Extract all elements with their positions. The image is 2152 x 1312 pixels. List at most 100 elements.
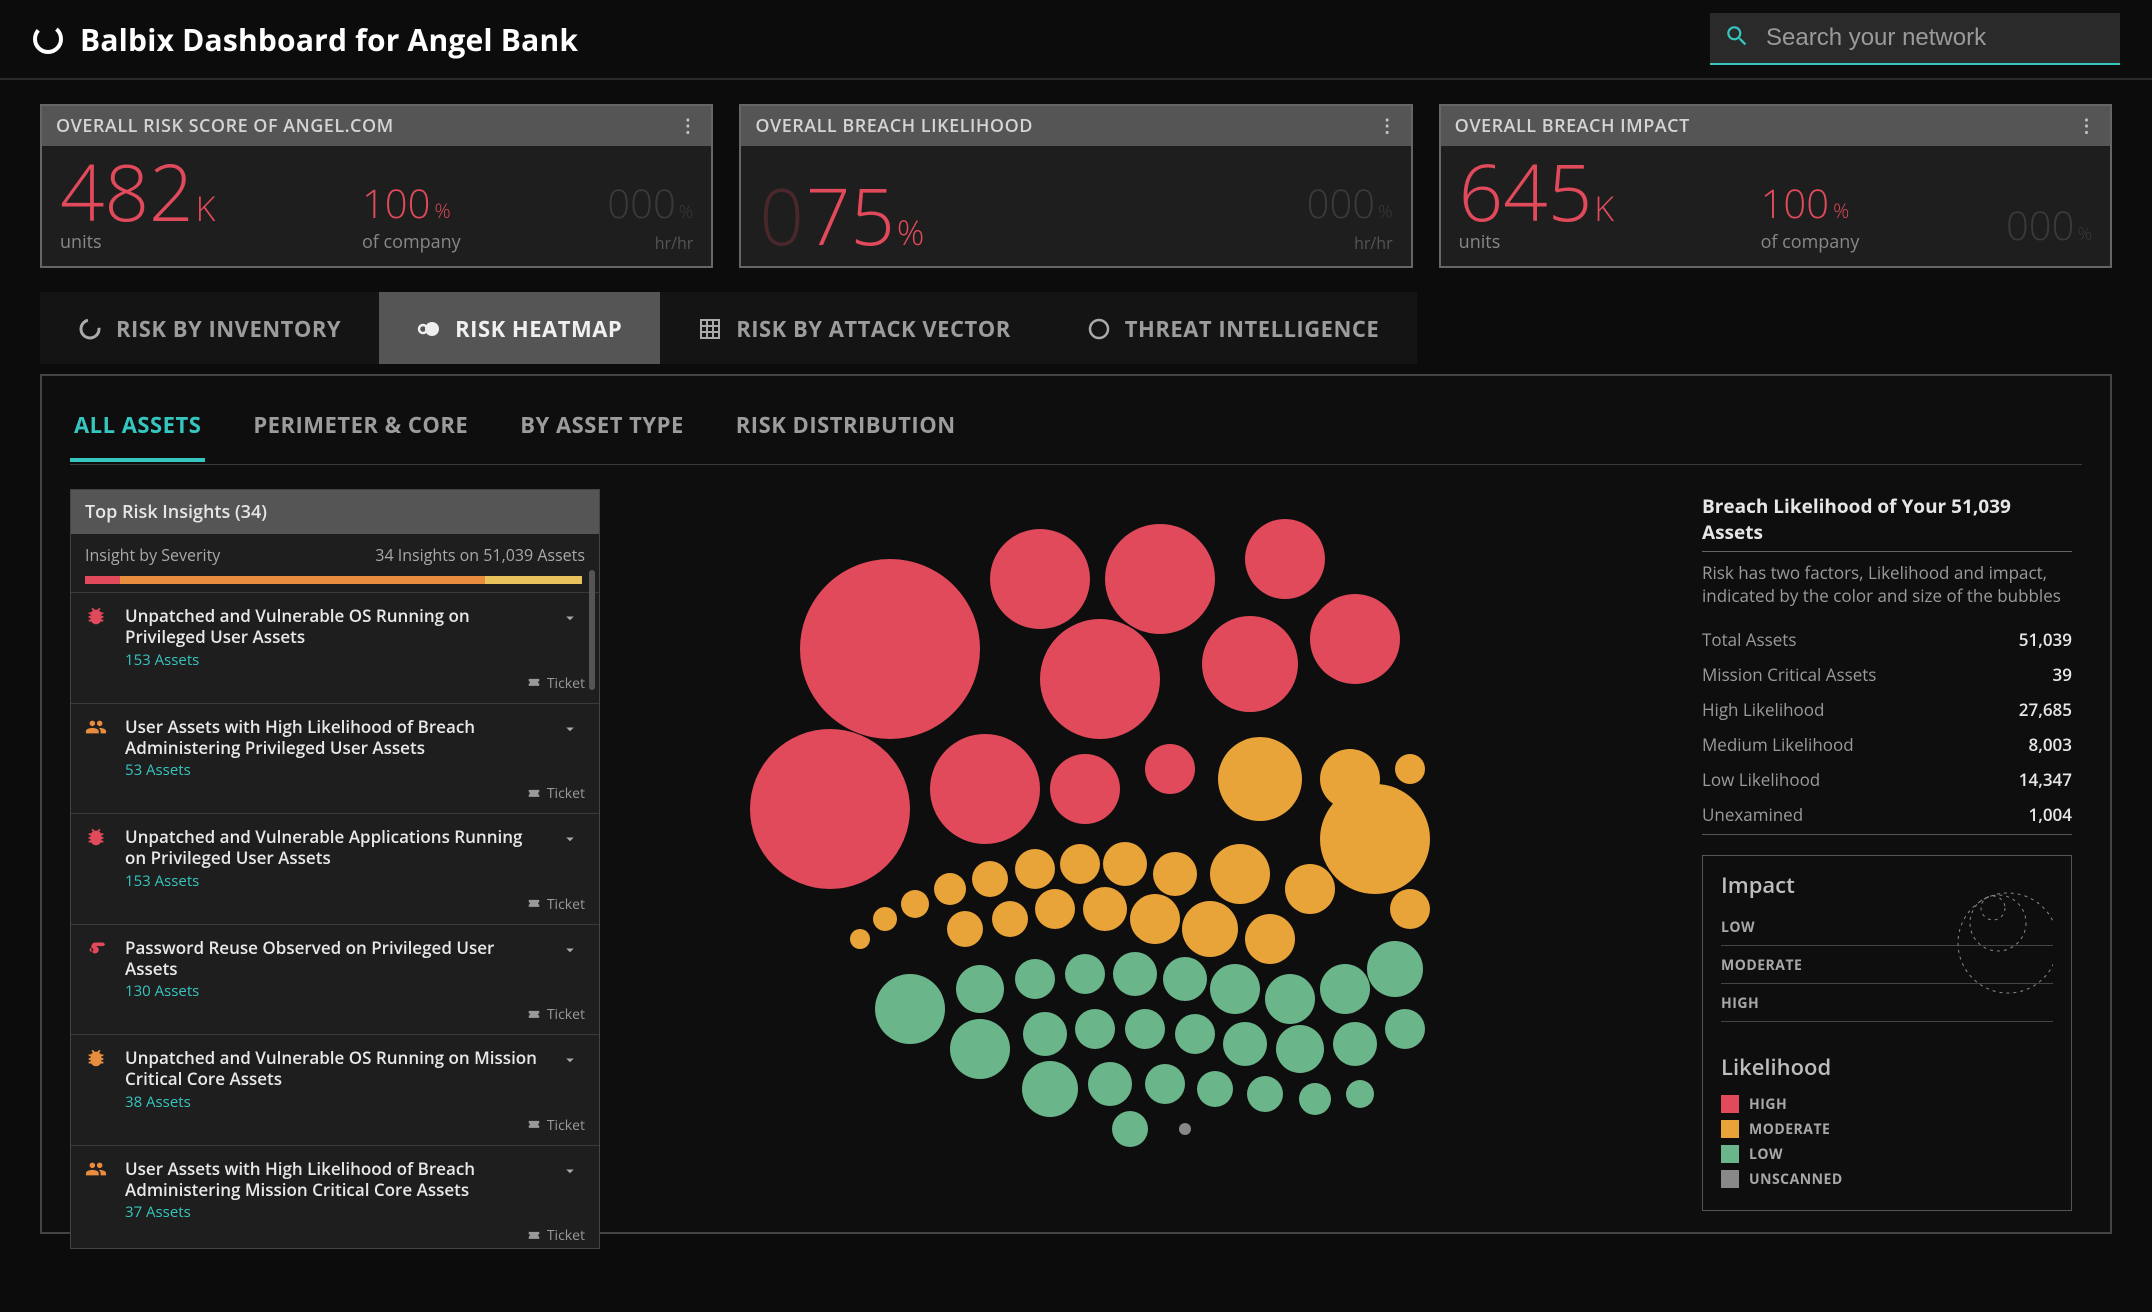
ticket-button[interactable]: Ticket <box>125 784 585 803</box>
bubble[interactable] <box>1083 887 1127 931</box>
bubble[interactable] <box>1145 744 1195 794</box>
bubble[interactable] <box>1130 894 1180 944</box>
bubble[interactable] <box>992 901 1028 937</box>
chevron-down-icon[interactable] <box>555 1047 585 1112</box>
bubble[interactable] <box>934 873 966 905</box>
summary-title: Breach Likelihood of Your 51,039 Assets <box>1702 493 2072 552</box>
bubble[interactable] <box>1103 842 1147 886</box>
bubble[interactable] <box>1112 1111 1148 1147</box>
insight-item[interactable]: Unpatched and Vulnerable Applications Ru… <box>71 814 599 925</box>
ticket-button[interactable]: Ticket <box>125 895 585 914</box>
bubble[interactable] <box>930 734 1040 844</box>
bubble[interactable] <box>1285 864 1335 914</box>
bubble[interactable] <box>1145 1064 1185 1104</box>
chevron-down-icon[interactable] <box>555 937 585 1002</box>
tab-risk-attack-vector[interactable]: RISK BY ATTACK VECTOR <box>660 292 1049 364</box>
bubble[interactable] <box>1202 616 1298 712</box>
tab-risk-heatmap[interactable]: RISK HEATMAP <box>379 292 660 364</box>
bubble-chart[interactable] <box>620 489 1682 1249</box>
bubble[interactable] <box>1197 1071 1233 1107</box>
tab-risk-inventory[interactable]: RISK BY INVENTORY <box>40 292 379 364</box>
bubble[interactable] <box>1125 1009 1165 1049</box>
insight-item[interactable]: User Assets with High Likelihood of Brea… <box>71 704 599 815</box>
chevron-down-icon[interactable] <box>555 716 585 781</box>
bubble[interactable] <box>1265 974 1315 1024</box>
bubble[interactable] <box>1223 1022 1267 1066</box>
kebab-icon[interactable]: ⋮ <box>2077 117 2096 135</box>
ticket-button[interactable]: Ticket <box>125 1116 585 1135</box>
chevron-down-icon[interactable] <box>555 826 585 891</box>
bubble[interactable] <box>1385 1009 1425 1049</box>
bubble[interactable] <box>1113 952 1157 996</box>
subtab-perimeter-core[interactable]: PERIMETER & CORE <box>249 400 472 462</box>
bubble[interactable] <box>990 529 1090 629</box>
bubble[interactable] <box>750 729 910 889</box>
bubble[interactable] <box>1163 957 1207 1001</box>
bubble[interactable] <box>956 965 1004 1013</box>
bubble[interactable] <box>1395 754 1425 784</box>
tab-threat-intel[interactable]: THREAT INTELLIGENCE <box>1049 292 1417 364</box>
bubble[interactable] <box>1179 1123 1191 1135</box>
chevron-down-icon[interactable] <box>555 1158 585 1223</box>
scrollbar[interactable] <box>589 570 595 690</box>
bubble[interactable] <box>1299 1083 1331 1115</box>
bubble[interactable] <box>1346 1080 1374 1108</box>
insight-item[interactable]: Password Reuse Observed on Privileged Us… <box>71 925 599 1036</box>
bubble[interactable] <box>1276 1025 1324 1073</box>
bubble[interactable] <box>1320 784 1430 894</box>
kebab-icon[interactable]: ⋮ <box>679 117 698 135</box>
bubble[interactable] <box>1050 754 1120 824</box>
bubble[interactable] <box>1333 1022 1377 1066</box>
bubble[interactable] <box>1367 941 1423 997</box>
bubble[interactable] <box>1088 1062 1132 1106</box>
ticket-button[interactable]: Ticket <box>125 1005 585 1024</box>
bubble[interactable] <box>1390 889 1430 929</box>
bubble[interactable] <box>1040 619 1160 739</box>
bubble[interactable] <box>1105 524 1215 634</box>
bubble[interactable] <box>1060 844 1100 884</box>
search-box[interactable] <box>1710 13 2120 65</box>
bubble[interactable] <box>1210 844 1270 904</box>
bubble[interactable] <box>901 890 929 918</box>
bubble[interactable] <box>1245 914 1295 964</box>
search-input[interactable] <box>1766 24 2106 52</box>
insight-item[interactable]: Unpatched and Vulnerable OS Running on M… <box>71 1035 599 1146</box>
bubble[interactable] <box>873 907 897 931</box>
bubble[interactable] <box>1022 1061 1078 1117</box>
key-icon <box>85 937 115 980</box>
bubble[interactable] <box>1320 964 1370 1014</box>
subtab-all-assets[interactable]: ALL ASSETS <box>70 400 205 462</box>
bubble[interactable] <box>1310 594 1400 684</box>
metric-card-breach-likelihood[interactable]: OVERALL BREACH LIKELIHOOD ⋮ 075% 000% <box>739 104 1412 268</box>
bubble[interactable] <box>950 1019 1010 1079</box>
insight-list[interactable]: Unpatched and Vulnerable OS Running on P… <box>71 592 599 1248</box>
insight-item[interactable]: Unpatched and Vulnerable OS Running on P… <box>71 593 599 704</box>
bubble[interactable] <box>1015 959 1055 999</box>
bubble[interactable] <box>972 861 1008 897</box>
ticket-button[interactable]: Ticket <box>125 674 585 693</box>
bubble[interactable] <box>1218 737 1302 821</box>
bubble[interactable] <box>800 559 980 739</box>
kebab-icon[interactable]: ⋮ <box>1378 117 1397 135</box>
bubble[interactable] <box>1153 852 1197 896</box>
bubble[interactable] <box>1247 1076 1283 1112</box>
ticket-button[interactable]: Ticket <box>125 1226 585 1245</box>
subtab-by-asset-type[interactable]: BY ASSET TYPE <box>516 400 688 462</box>
metric-card-breach-impact[interactable]: OVERALL BREACH IMPACT ⋮ 645K units 100% … <box>1439 104 2112 268</box>
insight-item[interactable]: User Assets with High Likelihood of Brea… <box>71 1146 599 1249</box>
bubble[interactable] <box>850 929 870 949</box>
bubble[interactable] <box>1210 964 1260 1014</box>
bubble[interactable] <box>1035 889 1075 929</box>
bubble[interactable] <box>947 911 983 947</box>
bubble[interactable] <box>875 974 945 1044</box>
bubble[interactable] <box>1175 1014 1215 1054</box>
bubble[interactable] <box>1065 954 1105 994</box>
chevron-down-icon[interactable] <box>555 605 585 670</box>
metric-card-risk-score[interactable]: OVERALL RISK SCORE OF ANGEL.COM ⋮ 482K u… <box>40 104 713 268</box>
bubble[interactable] <box>1245 519 1325 599</box>
bubble[interactable] <box>1023 1012 1067 1056</box>
bubble[interactable] <box>1015 849 1055 889</box>
subtab-risk-distribution[interactable]: RISK DISTRIBUTION <box>732 400 960 462</box>
bubble[interactable] <box>1075 1009 1115 1049</box>
bubble[interactable] <box>1182 901 1238 957</box>
